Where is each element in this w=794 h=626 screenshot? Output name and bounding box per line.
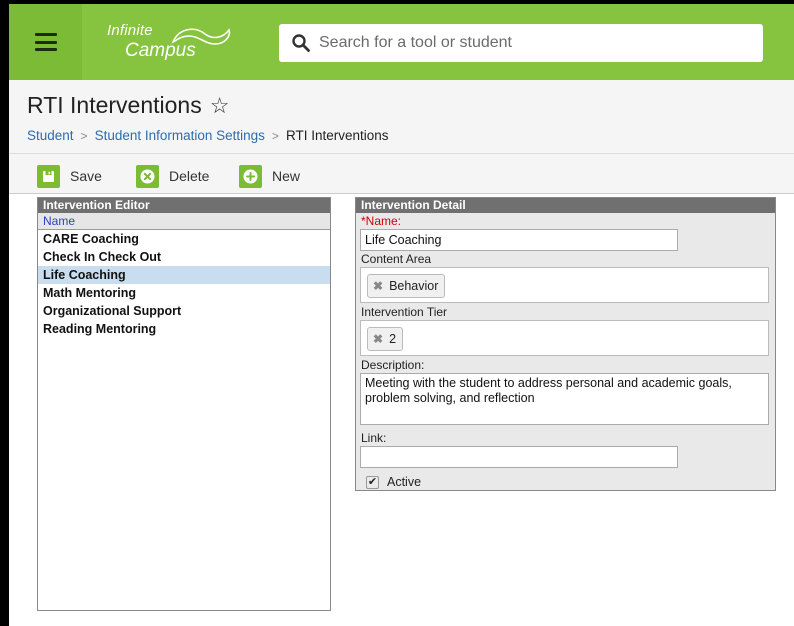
list-item-selected[interactable]: Life Coaching bbox=[38, 266, 330, 284]
delete-icon bbox=[136, 164, 159, 188]
list-item[interactable]: CARE Coaching bbox=[38, 230, 330, 248]
link-input[interactable] bbox=[360, 446, 678, 468]
active-label: Active bbox=[387, 475, 422, 489]
intervention-detail-heading: Intervention Detail bbox=[356, 198, 775, 213]
favorite-star-icon[interactable]: ☆ bbox=[210, 93, 230, 119]
list-item[interactable]: Reading Mentoring bbox=[38, 320, 330, 338]
breadcrumb: Student > Student Information Settings >… bbox=[27, 128, 389, 143]
remove-tag-icon[interactable]: ✖ bbox=[373, 279, 383, 293]
description-textarea[interactable]: Meeting with the student to address pers… bbox=[360, 373, 769, 425]
page-title: RTI Interventions bbox=[27, 92, 202, 118]
hamburger-icon bbox=[34, 33, 57, 51]
delete-label: Delete bbox=[169, 168, 210, 184]
breadcrumb-link-student[interactable]: Student bbox=[27, 128, 74, 143]
list-item[interactable]: Math Mentoring bbox=[38, 284, 330, 302]
list-item[interactable]: Organizational Support bbox=[38, 302, 330, 320]
remove-tag-icon[interactable]: ✖ bbox=[373, 332, 383, 346]
name-column-header[interactable]: Name bbox=[38, 213, 330, 230]
infinite-campus-logo[interactable]: Infinite Campus bbox=[107, 22, 237, 66]
active-checkbox[interactable]: ✔ bbox=[366, 475, 379, 489]
logo-line-1: Infinite bbox=[107, 22, 153, 39]
app-window: Infinite Campus RTI Interventions ☆ Stud… bbox=[0, 0, 794, 626]
search-box[interactable] bbox=[279, 24, 763, 62]
name-field-label: *Name: bbox=[361, 214, 401, 228]
link-label: Link: bbox=[361, 431, 387, 445]
title-area: RTI Interventions ☆ Student > Student In… bbox=[9, 80, 794, 154]
intervention-tier-select[interactable]: ✖ 2 bbox=[360, 320, 769, 356]
list-item[interactable]: Check In Check Out bbox=[38, 248, 330, 266]
new-button[interactable]: New bbox=[239, 164, 300, 188]
top-bar: Infinite Campus bbox=[9, 4, 794, 80]
page-title-row: RTI Interventions ☆ bbox=[27, 92, 229, 119]
save-button[interactable]: Save bbox=[37, 164, 102, 188]
breadcrumb-current: RTI Interventions bbox=[285, 128, 389, 143]
action-toolbar: Save Delete New bbox=[9, 154, 794, 194]
name-label-text: Name: bbox=[365, 214, 402, 228]
intervention-list: CARE Coaching Check In Check Out Life Co… bbox=[38, 230, 330, 338]
content-area-select[interactable]: ✖ Behavior bbox=[360, 267, 769, 303]
intervention-detail-panel: Intervention Detail *Name: Content Area … bbox=[355, 197, 776, 491]
save-label: Save bbox=[70, 168, 102, 184]
chevron-right-icon: > bbox=[271, 128, 279, 143]
menu-button[interactable] bbox=[9, 4, 82, 80]
logo-line-2: Campus bbox=[125, 40, 196, 61]
intervention-tier-label: Intervention Tier bbox=[361, 305, 448, 319]
chevron-right-icon: > bbox=[80, 128, 88, 143]
name-input[interactable] bbox=[360, 229, 678, 251]
new-label: New bbox=[272, 168, 301, 184]
save-icon bbox=[37, 164, 60, 188]
content-area-tag[interactable]: ✖ Behavior bbox=[367, 274, 446, 298]
intervention-editor-panel: Intervention Editor Name CARE Coaching C… bbox=[37, 197, 331, 611]
tier-tag-label: 2 bbox=[389, 332, 397, 346]
search-input[interactable] bbox=[319, 34, 763, 52]
description-label: Description: bbox=[361, 358, 425, 372]
plus-icon bbox=[239, 164, 262, 188]
intervention-editor-heading: Intervention Editor bbox=[38, 198, 330, 213]
delete-button[interactable]: Delete bbox=[136, 164, 209, 188]
content-area-label: Content Area bbox=[361, 252, 432, 266]
content-area-tag-label: Behavior bbox=[389, 279, 439, 293]
search-icon bbox=[292, 34, 310, 52]
active-checkbox-row[interactable]: ✔ Active bbox=[366, 475, 421, 489]
tier-tag[interactable]: ✖ 2 bbox=[367, 327, 404, 351]
breadcrumb-link-student-information-settings[interactable]: Student Information Settings bbox=[95, 128, 265, 143]
